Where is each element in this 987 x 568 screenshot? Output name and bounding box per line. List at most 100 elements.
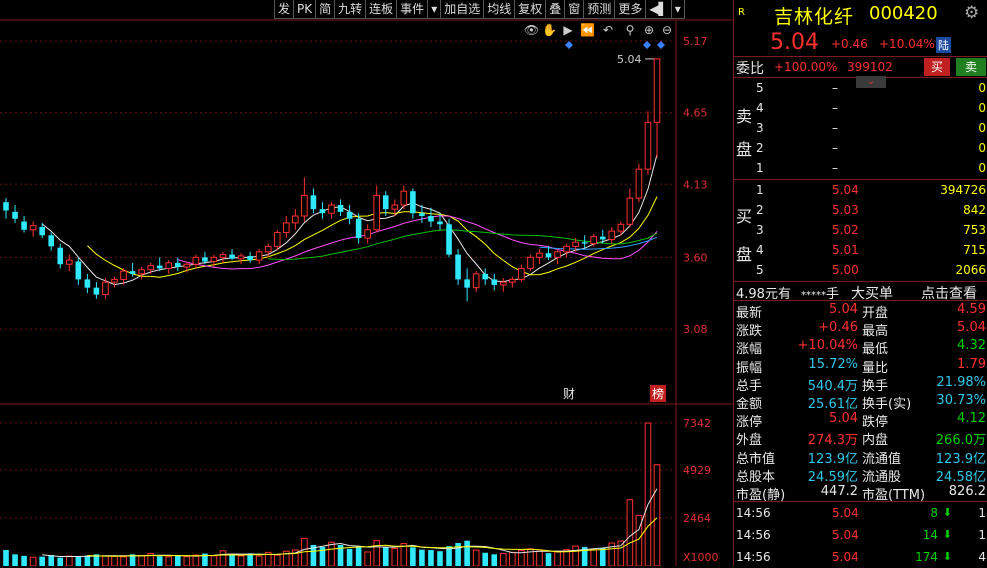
tick-price: 5.04 <box>832 528 859 542</box>
candle-body <box>328 204 335 214</box>
candle-body <box>373 194 381 231</box>
stat-key: 振幅 <box>736 360 763 376</box>
candle-body <box>301 194 308 217</box>
candle-body <box>111 278 118 283</box>
ask-row[interactable]: 3 – 0 <box>734 118 987 138</box>
bid-row[interactable]: 4 5.01 715 <box>734 240 987 260</box>
volume-bar <box>410 547 416 566</box>
toolbar-item-10[interactable]: 叠 <box>546 0 566 19</box>
volume-bar <box>156 556 163 566</box>
volume-bar <box>219 550 227 566</box>
bid-row[interactable]: 5 5.00 2066 <box>734 260 987 280</box>
bid-row[interactable]: 3 5.02 753 <box>734 220 987 240</box>
candle-body <box>75 261 82 280</box>
stat-value: 274.3万 <box>807 433 858 449</box>
stat-value: 447.2 <box>820 484 858 499</box>
candle-body <box>292 215 299 224</box>
search-icon[interactable]: ⚲ <box>623 23 637 37</box>
stat-row: 涨停 5.04 跌停 4.12 <box>734 410 987 430</box>
buy-button[interactable]: 买 <box>924 58 950 76</box>
stat-key: 流通股 <box>862 469 902 485</box>
toolbar-item-0[interactable]: 发 <box>274 0 295 19</box>
kline-chart-area[interactable]: 5.17 4.65 4.13 3.60 3.08 7342 4929 2464 X1000 5.0… <box>0 0 733 566</box>
toolbar-item-9[interactable]: 复权 <box>515 0 547 19</box>
toolbar-item-5[interactable]: 事件 <box>397 0 429 19</box>
zoom-in-icon[interactable]: ⊕ <box>642 23 656 37</box>
volume-bar <box>419 549 425 566</box>
hand-icon[interactable]: ✋ <box>542 23 557 37</box>
toolbar-item-15[interactable]: ▾ <box>671 0 685 19</box>
candle-body <box>129 271 136 274</box>
change-value: +0.46 <box>831 37 868 51</box>
high-price-label: 5.04 <box>617 53 642 66</box>
arrow-down-icon: ⬇ <box>942 506 952 519</box>
volume-bar <box>102 555 109 566</box>
candle-body <box>255 251 263 261</box>
toolbar-item-11[interactable]: 窗 <box>565 0 585 19</box>
kline-chart[interactable]: 5.17 4.65 4.13 3.60 3.08 7342 4929 2464 X1000 5.0… <box>0 0 733 566</box>
candle-body <box>491 279 498 285</box>
toolbar-item-4[interactable]: 连板 <box>366 0 398 19</box>
candle-body <box>391 204 399 210</box>
volume-bar <box>183 556 191 566</box>
toolbar-item-3[interactable]: 九转 <box>335 0 367 19</box>
candle-body <box>282 222 290 234</box>
volume: 0 <box>978 161 986 175</box>
candle-body <box>428 216 434 222</box>
play-icon[interactable]: ▶ <box>561 23 575 37</box>
toolbar-item-2[interactable]: 简 <box>316 0 336 19</box>
bid-row[interactable]: 2 5.03 842 <box>734 200 987 220</box>
zoom-out-icon[interactable]: ⊖ <box>660 23 674 37</box>
stat-row: 市盈(静) 447.2 市盈(TTM) 826.2 <box>734 483 987 503</box>
ask-row[interactable]: 2 – 0 <box>734 138 987 158</box>
candle-body <box>464 279 470 288</box>
volume-tick-label: 2464 <box>683 512 711 525</box>
stat-value: 30.73% <box>936 393 986 408</box>
volume: 715 <box>963 243 986 257</box>
tick-time: 14:56 <box>736 550 771 564</box>
gear-icon[interactable]: ⚙ <box>964 3 979 23</box>
toolbar-item-7[interactable]: 加自选 <box>441 0 485 19</box>
stat-value: 25.61亿 <box>807 397 858 412</box>
diamond-marker-icon <box>565 41 573 49</box>
candle-body <box>653 58 661 123</box>
stat-value: 4.12 <box>957 411 986 427</box>
volume: 842 <box>963 203 986 217</box>
candle-body <box>183 263 191 268</box>
ask-row[interactable]: 1 – 0 <box>734 158 987 178</box>
bid-row[interactable]: 1 5.04 394726 <box>734 180 987 200</box>
price-tick-label: 5.17 <box>683 35 708 48</box>
volume-bar <box>599 548 606 566</box>
ask-row[interactable]: 5 – 0 <box>734 78 987 98</box>
toolbar-item-14[interactable]: ◀▌ <box>646 0 672 19</box>
level: 5 <box>756 263 764 277</box>
toolbar-item-6[interactable]: ▾ <box>428 0 442 19</box>
volume-ma5-line <box>42 488 658 557</box>
stock-code: 000420 <box>869 3 938 24</box>
toolbar-item-1[interactable]: PK <box>294 0 317 19</box>
candle-body <box>536 252 543 258</box>
tick-time: 14:56 <box>736 506 771 520</box>
undo-icon[interactable]: ↶ <box>601 23 615 37</box>
ask-row[interactable]: 4 – 0 <box>734 98 987 118</box>
price: – <box>832 121 838 135</box>
sell-button[interactable]: 卖 <box>956 58 986 76</box>
candle-body <box>93 287 100 295</box>
toolbar-item-8[interactable]: 均线 <box>484 0 516 19</box>
volume-tick-label: 7342 <box>683 417 711 430</box>
candle-body <box>65 259 73 265</box>
weicha-value: 399102 <box>847 60 893 74</box>
stat-value: 5.04 <box>829 411 858 427</box>
toolbar-item-13[interactable]: 更多 <box>615 0 647 19</box>
candle-body <box>472 273 480 289</box>
stat-row: 总手 540.4万 换手 21.98% <box>734 374 987 394</box>
eye-icon[interactable]: 👁 <box>524 23 539 37</box>
candle-body <box>174 262 181 267</box>
toolbar-item-12[interactable]: 预测 <box>584 0 616 19</box>
candle-body <box>419 213 425 217</box>
rewind-icon[interactable]: ⏪ <box>580 23 595 37</box>
candle-body <box>410 191 416 214</box>
volume-bar <box>572 545 579 566</box>
price: 5.01 <box>832 243 859 257</box>
stat-row: 最新 5.04 开盘 4.59 <box>734 301 987 321</box>
